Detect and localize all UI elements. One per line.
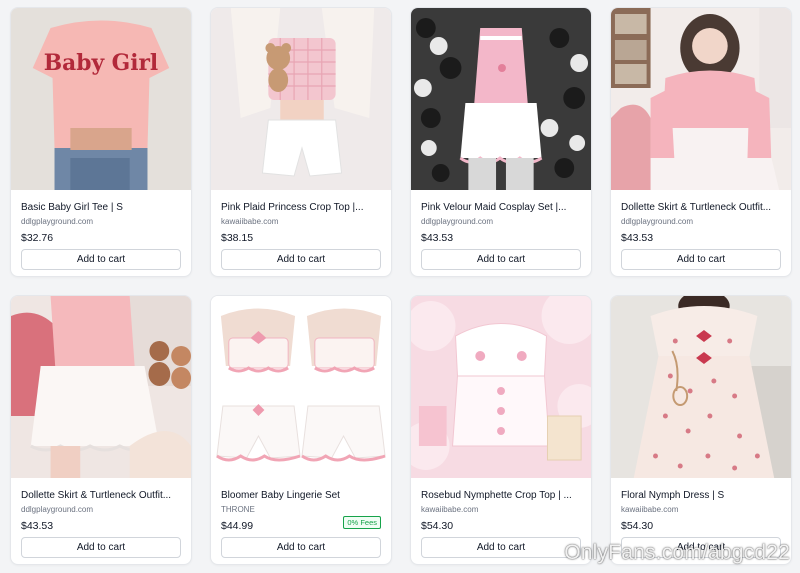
- store-name: ddlgplayground.com: [621, 217, 694, 226]
- product-price: $43.53: [21, 520, 54, 532]
- product-price: $43.53: [421, 232, 454, 244]
- product-card[interactable]: Bloomer Baby Lingerie Set THRONE $44.99 …: [210, 295, 392, 565]
- store-name: ddlgplayground.com: [421, 217, 494, 226]
- store-name: THRONE: [221, 505, 255, 514]
- product-price: $43.53: [621, 232, 654, 244]
- product-card[interactable]: Pink Velour Maid Cosplay Set |... ddlgpl…: [410, 7, 592, 277]
- product-title[interactable]: Pink Velour Maid Cosplay Set |...: [421, 201, 581, 214]
- watermark-text: OnlyFans.com/abgcd22: [564, 541, 790, 564]
- add-to-cart-button[interactable]: Add to cart: [421, 537, 581, 558]
- product-image[interactable]: [411, 8, 591, 190]
- product-image[interactable]: [211, 8, 391, 190]
- product-card[interactable]: Dollette Skirt & Turtleneck Outfit... dd…: [610, 7, 792, 277]
- product-title[interactable]: Bloomer Baby Lingerie Set: [221, 489, 381, 502]
- product-image[interactable]: [211, 296, 391, 478]
- product-card[interactable]: Rosebud Nymphette Crop Top | ... kawaiib…: [410, 295, 592, 565]
- image-print-text: Baby Girl: [44, 50, 158, 76]
- product-grid-page: Baby Girl Basic Baby Girl Tee | S ddlgpl…: [0, 0, 800, 573]
- product-card[interactable]: Dollette Skirt & Turtleneck Outfit... dd…: [10, 295, 192, 565]
- product-image[interactable]: Baby Girl: [11, 8, 191, 190]
- store-name: ddlgplayground.com: [21, 217, 94, 226]
- product-title[interactable]: Rosebud Nymphette Crop Top | ...: [421, 489, 581, 502]
- product-price: $32.76: [21, 232, 54, 244]
- add-to-cart-button[interactable]: Add to cart: [421, 249, 581, 270]
- add-to-cart-button[interactable]: Add to cart: [221, 249, 381, 270]
- product-card[interactable]: Pink Plaid Princess Crop Top |... kawaii…: [210, 7, 392, 277]
- store-name: kawaiibabe.com: [621, 505, 679, 514]
- add-to-cart-button[interactable]: Add to cart: [221, 537, 381, 558]
- add-to-cart-button[interactable]: Add to cart: [21, 249, 181, 270]
- store-name: ddlgplayground.com: [21, 505, 94, 514]
- add-to-cart-button[interactable]: Add to cart: [21, 537, 181, 558]
- product-image[interactable]: [11, 296, 191, 478]
- product-grid: Baby Girl Basic Baby Girl Tee | S ddlgpl…: [10, 7, 792, 565]
- product-title[interactable]: Floral Nymph Dress | S: [621, 489, 781, 502]
- product-title[interactable]: Basic Baby Girl Tee | S: [21, 201, 181, 214]
- product-card[interactable]: Baby Girl Basic Baby Girl Tee | S ddlgpl…: [10, 7, 192, 277]
- product-title[interactable]: Pink Plaid Princess Crop Top |...: [221, 201, 381, 214]
- product-image[interactable]: [411, 296, 591, 478]
- product-price: $54.30: [421, 520, 454, 532]
- fees-badge: 0% Fees: [343, 516, 381, 529]
- product-price: $38.15: [221, 232, 254, 244]
- product-image[interactable]: [611, 8, 791, 190]
- add-to-cart-button[interactable]: Add to cart: [621, 249, 781, 270]
- product-image[interactable]: [611, 296, 791, 478]
- store-name: kawaiibabe.com: [221, 217, 279, 226]
- product-price: $54.30: [621, 520, 654, 532]
- product-title[interactable]: Dollette Skirt & Turtleneck Outfit...: [21, 489, 181, 502]
- product-title[interactable]: Dollette Skirt & Turtleneck Outfit...: [621, 201, 781, 214]
- store-name: kawaiibabe.com: [421, 505, 479, 514]
- product-card[interactable]: Floral Nymph Dress | S kawaiibabe.com $5…: [610, 295, 792, 565]
